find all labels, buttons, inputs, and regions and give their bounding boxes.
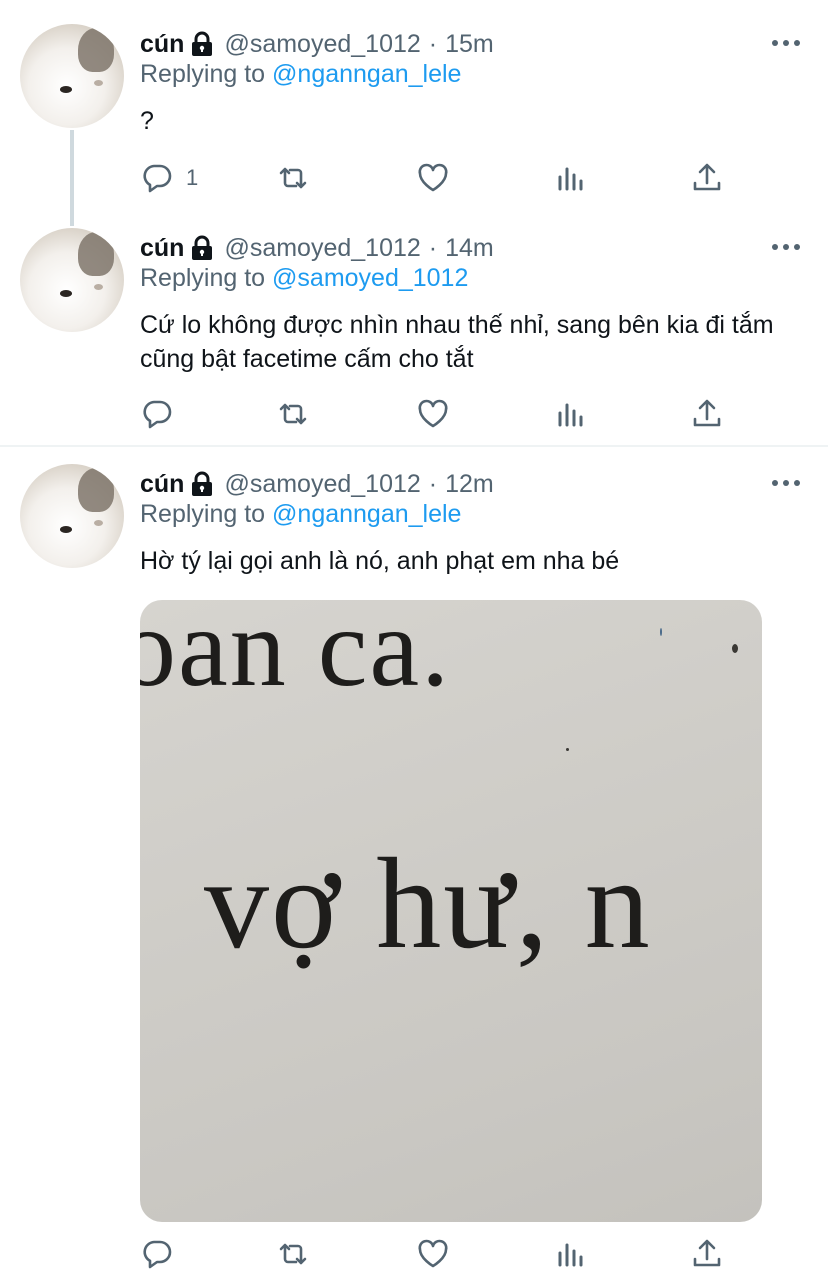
tweet-photo[interactable]: oan ca. vợ hư, n xyxy=(140,600,762,1222)
avatar[interactable] xyxy=(20,464,124,568)
replying-to-line: Replying to @nganngan_lele xyxy=(140,500,461,529)
separator-dot: · xyxy=(428,469,438,498)
timestamp[interactable]: 12m xyxy=(445,470,494,499)
reply-icon xyxy=(143,1240,172,1269)
photo-speck xyxy=(732,644,738,653)
analytics-button[interactable] xyxy=(554,1234,588,1274)
retweet-icon xyxy=(279,1243,307,1265)
avatar-nose xyxy=(94,520,103,526)
tweet-text: Hờ tý lại gọi anh là nó, anh phạt em nha… xyxy=(140,547,620,575)
tweet-3[interactable]: cún @samoyed_1012 · 12m Replying to @nga… xyxy=(0,0,828,1286)
reply-mention-link[interactable]: @nganngan_lele xyxy=(272,500,461,528)
photo-speck xyxy=(660,628,662,636)
like-icon xyxy=(418,1239,448,1268)
avatar-eye xyxy=(60,526,72,533)
lock-icon xyxy=(190,471,214,497)
tweet-header: cún @samoyed_1012 · 12m xyxy=(140,466,494,502)
retweet-button[interactable] xyxy=(276,1234,310,1274)
user-handle[interactable]: @samoyed_1012 xyxy=(224,470,420,499)
more-icon[interactable] xyxy=(772,478,800,488)
reply-button[interactable] xyxy=(140,1234,186,1274)
analytics-icon xyxy=(558,1243,583,1267)
replying-prefix: Replying to xyxy=(140,500,266,528)
share-button[interactable] xyxy=(690,1234,724,1274)
tweet-actions xyxy=(140,1234,740,1274)
share-icon xyxy=(693,1239,721,1267)
photo-text-line-1: oan ca. xyxy=(140,600,452,710)
display-name[interactable]: cún xyxy=(140,470,184,499)
photo-speck xyxy=(566,748,569,751)
avatar-ear xyxy=(78,468,114,512)
like-button[interactable] xyxy=(416,1234,450,1274)
photo-text-line-2: vợ hư, n xyxy=(204,832,652,976)
